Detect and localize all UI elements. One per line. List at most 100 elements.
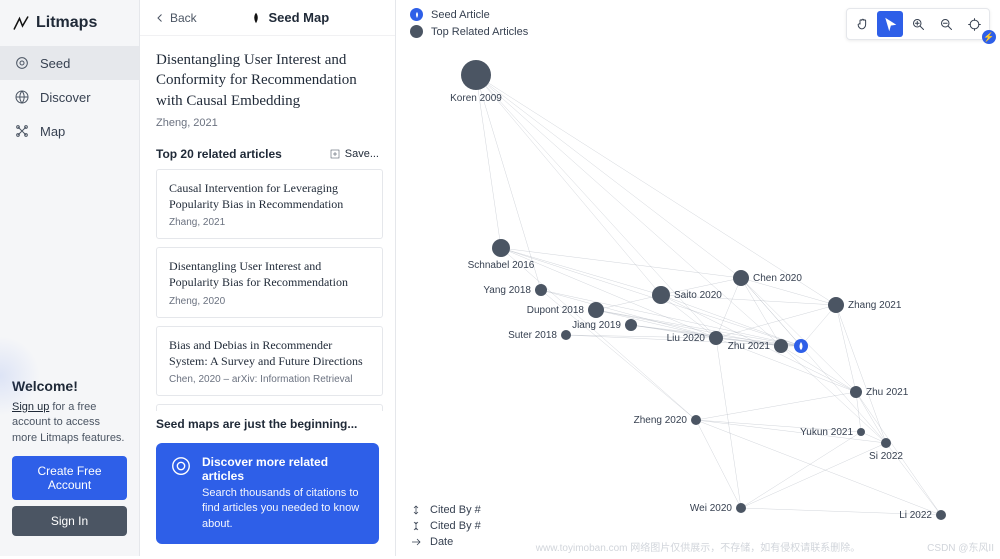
back-button[interactable]: Back <box>154 11 197 25</box>
svg-text:Saito 2020: Saito 2020 <box>674 290 722 301</box>
related-article-card[interactable]: Causal Intervention for Leveraging Popul… <box>156 169 383 239</box>
detail-panel: Back Seed Map Disentangling User Interes… <box>140 0 396 556</box>
graph-node-suter[interactable]: Suter 2018 <box>508 330 571 341</box>
graph-node-yukun[interactable]: Yukun 2021 <box>800 427 865 438</box>
svg-text:Suter 2018: Suter 2018 <box>508 330 557 341</box>
graph-toolbar <box>846 8 990 40</box>
seed-article-dot-icon <box>410 8 423 21</box>
zoom-out-tool[interactable] <box>933 11 959 37</box>
watermark: www.toyimoban.com 网络图片仅供展示，不存储，如有侵权请联系删除… <box>536 539 860 554</box>
related-dot-icon <box>410 25 423 38</box>
select-tool[interactable] <box>877 11 903 37</box>
svg-text:Li 2022: Li 2022 <box>899 510 932 521</box>
map-icon <box>14 123 30 139</box>
nav-item-map[interactable]: Map <box>0 114 139 148</box>
svg-text:Wei 2020: Wei 2020 <box>690 503 733 514</box>
svg-text:Zhu 2021: Zhu 2021 <box>866 387 909 398</box>
related-article-card[interactable]: Disentangling User Interest and Populari… <box>156 247 383 317</box>
arrow-right-icon <box>410 536 422 548</box>
seed-icon <box>14 55 30 71</box>
notification-badge[interactable]: ⚡ <box>982 30 996 44</box>
related-section-header: Top 20 related articles Save... <box>140 139 395 169</box>
svg-text:Koren 2009: Koren 2009 <box>450 93 502 104</box>
save-icon <box>329 148 341 160</box>
logo[interactable]: Litmaps <box>0 0 139 46</box>
graph-node-saito[interactable]: Saito 2020 <box>652 286 722 304</box>
nav-item-discover[interactable]: Discover <box>0 80 139 114</box>
create-account-button[interactable]: Create Free Account <box>12 456 127 500</box>
crosshair-icon <box>967 17 982 32</box>
svg-text:Chen 2020: Chen 2020 <box>753 273 802 284</box>
logo-icon <box>12 14 30 32</box>
graph-node-koren[interactable]: Koren 2009 <box>450 60 502 104</box>
expand-v-icon <box>410 504 422 516</box>
graph-node-zhu21a[interactable]: Zhu 2021 <box>728 339 788 353</box>
section-title: Top 20 related articles <box>156 147 282 161</box>
nav-list: SeedDiscoverMap <box>0 46 139 148</box>
citation-graph[interactable]: Koren 2009 Schnabel 2016 Yang 2018 Dupont 2… <box>396 0 1000 556</box>
zoom-in-icon <box>911 17 926 32</box>
graph-node-li[interactable]: Li 2022 <box>899 510 946 521</box>
collapse-v-icon <box>410 520 422 532</box>
back-arrow-icon <box>154 12 166 24</box>
graph-node-zheng20[interactable]: Zheng 2020 <box>634 415 701 426</box>
discover-desc: Search thousands of citations to find ar… <box>202 486 365 532</box>
legend-top: Seed Article Top Related Articles <box>410 8 528 38</box>
watermark-right: CSDN @东风II <box>927 539 994 554</box>
graph-node-liu[interactable]: Liu 2020 <box>667 331 723 345</box>
welcome-text: Sign up for a free account to access mor… <box>12 400 127 446</box>
card-meta: Chen, 2020 – arXiv: Information Retrieva… <box>169 374 370 385</box>
related-article-card[interactable]: Bias and Debias in Recommender System: A… <box>156 326 383 396</box>
seed-icon <box>249 11 263 25</box>
discover-box[interactable]: Discover more related articles Search th… <box>156 443 379 544</box>
graph-node-zhu21b[interactable]: Zhu 2021 <box>850 386 909 398</box>
svg-text:Zhu 2021: Zhu 2021 <box>728 341 771 352</box>
card-title: Bias and Debias in Recommender System: A… <box>169 337 370 369</box>
graph-node-wei[interactable]: Wei 2020 <box>690 503 746 514</box>
svg-text:Jiang 2019: Jiang 2019 <box>572 320 621 331</box>
legend-related-label: Top Related Articles <box>431 26 528 38</box>
article-title: Disentangling User Interest and Conformi… <box>156 50 379 111</box>
graph-node-seed[interactable] <box>794 339 808 353</box>
article-header: Disentangling User Interest and Conformi… <box>140 36 395 139</box>
svg-text:Liu 2020: Liu 2020 <box>667 333 706 344</box>
svg-text:Si 2022: Si 2022 <box>869 451 903 462</box>
svg-text:Yang 2018: Yang 2018 <box>483 285 531 296</box>
discover-title: Discover more related articles <box>202 455 365 483</box>
save-button[interactable]: Save... <box>329 148 379 160</box>
graph-node-dupont[interactable]: Dupont 2018 <box>527 302 604 318</box>
nav-item-seed[interactable]: Seed <box>0 46 139 80</box>
graph-node-zhang[interactable]: Zhang 2021 <box>828 297 902 313</box>
svg-text:Dupont 2018: Dupont 2018 <box>527 305 585 316</box>
cursor-icon <box>883 17 898 32</box>
card-title: Disentangling User Interest and Populari… <box>169 258 370 290</box>
graph-node-jiang[interactable]: Jiang 2019 <box>572 319 637 331</box>
detail-topbar: Back Seed Map <box>140 0 395 36</box>
related-article-list[interactable]: Causal Intervention for Leveraging Popul… <box>140 169 395 411</box>
seed-map-title: Seed Map <box>249 10 330 25</box>
pan-tool[interactable] <box>849 11 875 37</box>
hand-icon <box>855 17 870 32</box>
related-article-card[interactable]: A General Knowledge Distillation Framewo… <box>156 404 383 411</box>
discover-icon <box>14 89 30 105</box>
legend-bottom: Cited By # Cited By # Date <box>410 504 481 548</box>
graph-node-chen[interactable]: Chen 2020 <box>733 270 802 286</box>
svg-text:Yukun 2021: Yukun 2021 <box>800 427 853 438</box>
signin-button[interactable]: Sign In <box>12 506 127 536</box>
svg-text:Schnabel 2016: Schnabel 2016 <box>468 260 535 271</box>
legend-seed-label: Seed Article <box>431 9 490 21</box>
seed-maps-beginning: Seed maps are just the beginning... <box>140 411 395 437</box>
sidebar: Litmaps SeedDiscoverMap Welcome! Sign up… <box>0 0 140 556</box>
card-meta: Zhang, 2021 <box>169 217 370 228</box>
card-meta: Zheng, 2020 <box>169 296 370 307</box>
logo-text: Litmaps <box>36 14 97 32</box>
graph-node-yang[interactable]: Yang 2018 <box>483 284 547 296</box>
graph-area[interactable]: Seed Article Top Related Articles ⚡ Kore… <box>396 0 1000 556</box>
card-title: Causal Intervention for Leveraging Popul… <box>169 180 370 212</box>
zoom-out-icon <box>939 17 954 32</box>
article-author: Zheng, 2021 <box>156 117 379 129</box>
discover-icon <box>170 455 192 477</box>
svg-text:Zheng 2020: Zheng 2020 <box>634 415 688 426</box>
svg-text:Zhang 2021: Zhang 2021 <box>848 300 902 311</box>
zoom-in-tool[interactable] <box>905 11 931 37</box>
